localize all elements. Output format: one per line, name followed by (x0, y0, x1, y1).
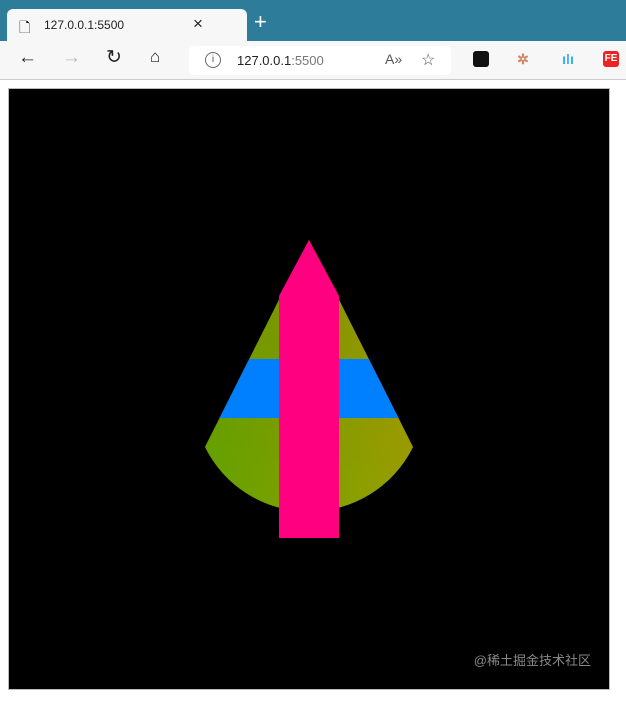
tab-bar: 🗋 127.0.0.1:5500 × + (0, 0, 626, 41)
forward-icon[interactable]: → (62, 48, 81, 67)
toolbar: ← → ↻ ⌂ i 127.0.0.1:5500 A» ☆ ✲ ıǀı FE (0, 41, 626, 80)
tab-active[interactable]: 🗋 127.0.0.1:5500 × (7, 9, 247, 41)
webgl-canvas[interactable]: @稀土掘金技术社区 (8, 88, 610, 690)
new-tab-button[interactable]: + (254, 11, 267, 33)
add-favorite-icon[interactable]: ☆ (421, 50, 435, 70)
url-text: 127.0.0.1:5500 (237, 53, 324, 68)
tab-title: 127.0.0.1:5500 (44, 18, 125, 32)
read-aloud-icon[interactable]: A» (385, 51, 402, 67)
close-tab-icon[interactable]: × (193, 14, 203, 34)
ext-audio-icon[interactable]: ıǀı (560, 51, 576, 67)
pink-arrow (279, 240, 339, 538)
home-icon[interactable]: ⌂ (150, 48, 160, 65)
page-icon: 🗋 (19, 19, 31, 35)
watermark: @稀土掘金技术社区 (473, 653, 591, 668)
back-icon[interactable]: ← (18, 48, 37, 67)
ext-fe-icon[interactable]: FE (603, 51, 619, 67)
url-host: 127.0.0.1 (237, 53, 292, 68)
url-port: :5500 (291, 53, 324, 68)
ext-dark-icon[interactable] (473, 51, 489, 67)
info-icon[interactable]: i (205, 52, 221, 68)
refresh-icon[interactable]: ↻ (106, 48, 122, 67)
address-bar[interactable]: i 127.0.0.1:5500 A» ☆ (189, 46, 451, 75)
canvas-drawing (205, 240, 413, 538)
ext-tree-icon[interactable]: ✲ (515, 51, 531, 67)
